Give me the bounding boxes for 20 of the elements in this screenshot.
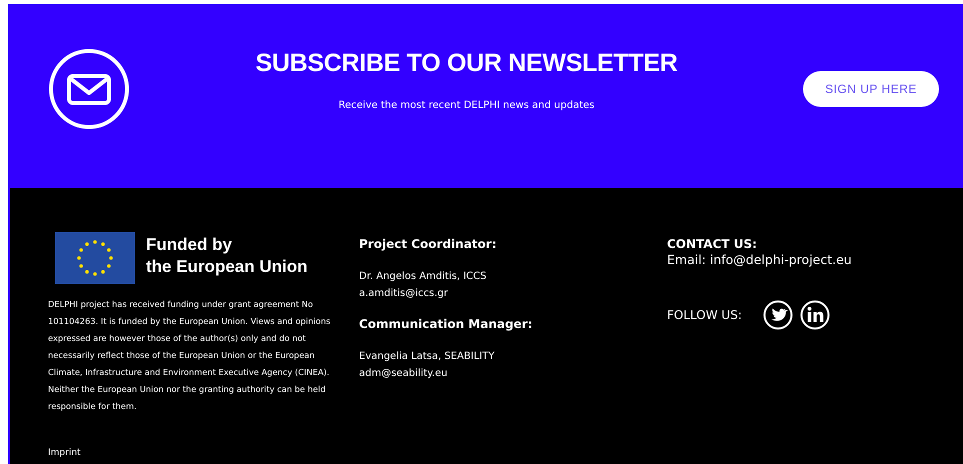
- linkedin-icon[interactable]: [800, 300, 830, 330]
- contact-email: a.amditis@iccs.gr: [359, 287, 449, 301]
- contact-name: Dr. Angelos Amditis, ICCS: [359, 270, 488, 284]
- contact-email: Email: info@delphi-project.eu: [667, 252, 853, 267]
- contact-name: Evangelia Latsa, SEABILITY: [359, 350, 496, 364]
- newsletter-title: SUBSCRIBE TO OUR NEWSLETTER: [255, 49, 678, 78]
- bird-icon[interactable]: [762, 300, 793, 330]
- follow-us-label: FOLLOW US:: [667, 308, 742, 322]
- funding-disclaimer: DELPHI project has received funding under grant agreement No 101104263. It is funded by the European Union. Views and opinions expressed are however those of the author(s) only and do not necessarily reflect those of the European Union or the European Climate, Infrastructure and Environment Executive Agency (CINEA). Neither the European Union nor the granting authority can be held responsible for them.: [48, 298, 332, 413]
- newsletter-subtitle: Receive the most recent DELPHI news and updates: [338, 100, 594, 111]
- flag-icon: [55, 232, 135, 284]
- contact-us-heading: CONTACT US:: [667, 237, 758, 251]
- envelope-icon: [48, 48, 130, 130]
- contact-email: adm@seability.eu: [359, 367, 448, 381]
- sign-up-button[interactable]: SIGN UP HERE: [803, 71, 939, 107]
- contact-heading: Communication Manager:: [359, 317, 534, 331]
- funding-logo-text: the European Union: [146, 256, 308, 278]
- imprint-link[interactable]: Imprint: [48, 448, 81, 458]
- contact-heading: Project Coordinator:: [359, 237, 498, 251]
- funding-logo-text: Funded by: [146, 234, 233, 256]
